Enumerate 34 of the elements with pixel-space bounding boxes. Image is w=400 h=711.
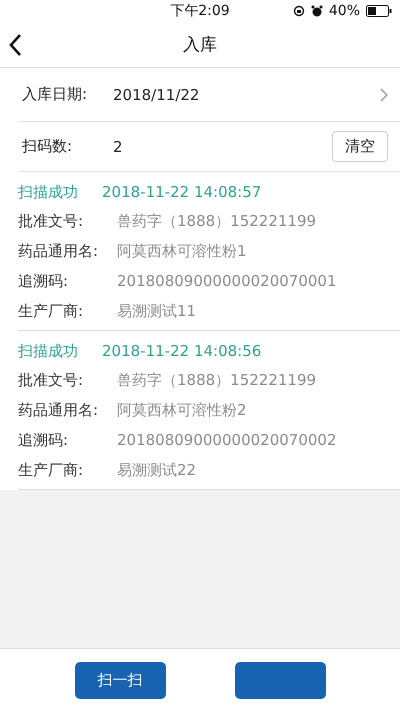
scan-timestamp: 2018-11-22 14:08:56 [102, 342, 262, 360]
field-value: 20180809000000020070002 [117, 431, 336, 449]
field-label: 生产厂商: [18, 460, 84, 480]
field-value: 20180809000000020070001 [117, 272, 336, 290]
field-label: 批准文号: [18, 370, 84, 390]
field-label: 追溯码: [18, 272, 70, 290]
field-value: 兽药字（1888）152221199 [117, 370, 316, 390]
field-value: 2 [113, 138, 124, 156]
rotation-lock-icon [292, 5, 305, 17]
field-label: 药品通用名: [18, 242, 100, 260]
field-value: 易溯测试11 [117, 302, 196, 320]
action-button[interactable] [234, 662, 326, 698]
field-value: 2018/11/22 [113, 86, 200, 104]
battery-icon [366, 5, 392, 17]
chevron-right-icon[interactable] [380, 88, 388, 102]
status-time: 下午2:09 [170, 2, 230, 20]
field-label: 追溯码: [18, 430, 70, 450]
field-label: 生产厂商: [18, 302, 84, 320]
battery-percent: 40% [328, 3, 360, 19]
alarm-icon [310, 5, 323, 17]
field-label: 入库日期: [21, 85, 88, 104]
field-value: 易溯测试22 [117, 460, 196, 480]
field-value: 阿莫西林可溶性粉2 [117, 400, 247, 420]
page-title: 入库 [183, 34, 217, 56]
scan-timestamp: 2018-11-22 14:08:57 [102, 183, 262, 201]
field-label: 扫码数: [21, 137, 74, 156]
scan-status: 扫描成功 [18, 342, 78, 360]
scan-button[interactable]: 扫一扫 [74, 662, 166, 698]
clear-button[interactable]: 清空 [332, 131, 388, 162]
field-label: 药品通用名: [18, 400, 100, 420]
field-value: 阿莫西林可溶性粉1 [117, 242, 247, 260]
field-value: 兽药字（1888）152221199 [117, 212, 316, 230]
field-label: 批准文号: [18, 212, 84, 230]
scan-status: 扫描成功 [18, 182, 78, 202]
